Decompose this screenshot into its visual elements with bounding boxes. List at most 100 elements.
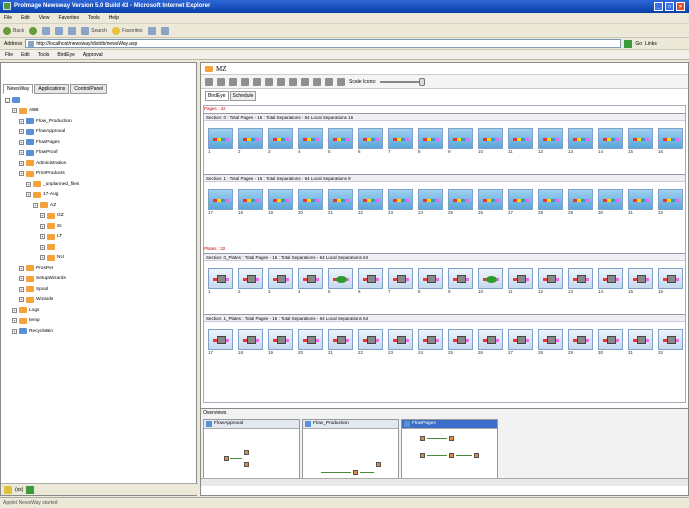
plate-thumbnail[interactable]: 11 xyxy=(508,268,533,294)
page-thumbnail[interactable]: 15 xyxy=(628,128,653,154)
expand-icon[interactable]: + xyxy=(40,255,45,260)
plate-thumbnail[interactable]: 24 xyxy=(418,329,443,355)
plate-thumbnail[interactable]: 23 xyxy=(388,329,413,355)
plate-thumbnail[interactable]: 3 xyxy=(268,268,293,294)
page-thumbnail[interactable]: 22 xyxy=(358,189,383,215)
page-thumbnail[interactable]: 26 xyxy=(478,189,503,215)
expand-icon[interactable]: + xyxy=(40,244,45,250)
menu-help[interactable]: Help xyxy=(109,15,119,23)
section-header[interactable]: Section: 0_Plates : Total Pages - 16 : T… xyxy=(204,253,685,261)
overview-flowapproval[interactable]: FlowApproval xyxy=(203,419,300,485)
overview-flowpages[interactable]: FlowPages xyxy=(401,419,498,485)
section-header[interactable]: Section: 1 : Total Pages - 16 : Total Se… xyxy=(204,174,685,182)
tree-node[interactable]: + LT xyxy=(40,233,62,240)
plate-thumbnail[interactable]: 32 xyxy=(658,329,683,355)
expand-icon[interactable]: + xyxy=(19,118,24,124)
tree-node[interactable]: + GZ xyxy=(40,212,64,219)
tree-node[interactable]: + Flow_Production xyxy=(19,118,72,124)
plate-thumbnail[interactable]: 4 xyxy=(298,268,323,294)
page-thumbnail[interactable]: 17 xyxy=(208,189,233,215)
app-menu-file[interactable]: File xyxy=(5,52,13,59)
page-thumbnail[interactable]: 1 xyxy=(208,128,233,154)
plate-thumbnail[interactable]: 20 xyxy=(298,329,323,355)
view-icon-9[interactable] xyxy=(313,77,321,86)
view-icon-3[interactable] xyxy=(229,77,237,86)
tab-schedule[interactable]: Schedule xyxy=(229,91,257,101)
page-thumbnail[interactable]: 18 xyxy=(238,189,263,215)
page-thumbnail[interactable]: 24 xyxy=(418,189,443,215)
page-thumbnail[interactable]: 19 xyxy=(268,189,293,215)
tree-root[interactable]: - xyxy=(5,97,20,103)
page-thumbnail[interactable]: 32 xyxy=(658,189,683,215)
page-thumbnail[interactable]: 27 xyxy=(508,189,533,215)
app-menu-approval[interactable]: Approval xyxy=(83,52,103,59)
search-button[interactable]: Search xyxy=(81,26,107,35)
tree-node[interactable]: + AZ xyxy=(33,202,56,208)
expand-icon[interactable]: + xyxy=(12,318,17,323)
refresh-icon[interactable] xyxy=(55,26,64,35)
tree-node[interactable]: + NU xyxy=(40,254,64,261)
maximize-button[interactable]: □ xyxy=(665,2,674,11)
expand-icon[interactable]: + xyxy=(26,181,31,187)
tree-node[interactable]: + ABB xyxy=(12,107,39,114)
expand-icon[interactable]: + xyxy=(33,202,38,208)
plate-thumbnail[interactable]: 12 xyxy=(538,268,563,294)
tree-node[interactable]: + RecycleBin xyxy=(12,328,53,334)
page-thumbnail[interactable]: 23 xyxy=(388,189,413,215)
page-thumbnail[interactable]: 7 xyxy=(388,128,413,154)
horizontal-scrollbar[interactable] xyxy=(201,478,688,486)
view-icon-7[interactable] xyxy=(289,77,297,86)
plate-thumbnail[interactable]: 25 xyxy=(448,329,473,355)
slider-knob[interactable] xyxy=(419,77,426,86)
page-thumbnail[interactable]: 12 xyxy=(538,128,563,154)
mail-icon[interactable] xyxy=(160,26,169,35)
expand-icon[interactable]: + xyxy=(19,171,24,176)
view-icon-11[interactable] xyxy=(337,77,345,86)
tree-node[interactable]: + FlowApproval xyxy=(19,128,65,135)
tree-node[interactable]: + PrintProducts xyxy=(19,170,65,177)
page-thumbnail[interactable]: 30 xyxy=(598,189,623,215)
stop-icon[interactable] xyxy=(42,26,51,35)
expand-icon[interactable]: + xyxy=(40,234,45,239)
tree-node[interactable]: + temp xyxy=(12,317,40,324)
plate-thumbnail[interactable]: 19 xyxy=(268,329,293,355)
tree-node[interactable]: + Wizards xyxy=(19,296,53,303)
tree-node[interactable]: + SetupWizards xyxy=(19,275,66,282)
page-thumbnail[interactable]: 31 xyxy=(628,189,653,215)
plate-thumbnail[interactable]: 5 xyxy=(328,268,353,294)
page-thumbnail[interactable]: 29 xyxy=(568,189,593,215)
forward-icon[interactable] xyxy=(29,26,38,35)
expand-icon[interactable]: + xyxy=(19,129,24,134)
tree-node[interactable]: + FlowPages xyxy=(19,139,60,145)
view-icon-1[interactable] xyxy=(205,77,213,86)
plate-thumbnail[interactable]: 21 xyxy=(328,329,353,355)
back-button[interactable]: Back xyxy=(3,26,24,35)
plate-thumbnail[interactable]: 14 xyxy=(598,268,623,294)
view-icon-10[interactable] xyxy=(325,77,333,86)
page-thumbnail[interactable]: 25 xyxy=(448,189,473,215)
view-icon-6[interactable] xyxy=(277,77,285,86)
tab-birdeye[interactable]: BirdEye xyxy=(205,91,229,101)
plate-thumbnail[interactable]: 31 xyxy=(628,329,653,355)
page-thumbnail[interactable]: 20 xyxy=(298,189,323,215)
tree-node[interactable]: + xyxy=(40,244,57,250)
plate-thumbnail[interactable]: 7 xyxy=(388,268,413,294)
tree-node[interactable]: + SI xyxy=(40,223,62,229)
section-header[interactable]: Section: 0 : Total Pages - 16 : Total Se… xyxy=(204,113,685,121)
expand-icon[interactable]: + xyxy=(19,276,24,281)
favorites-button[interactable]: Favorites xyxy=(111,26,143,35)
expand-icon[interactable]: + xyxy=(19,150,24,155)
plate-thumbnail[interactable]: 29 xyxy=(568,329,593,355)
menu-tools[interactable]: Tools xyxy=(88,15,100,23)
page-thumbnail[interactable]: 3 xyxy=(268,128,293,154)
view-icon-5[interactable] xyxy=(253,77,261,86)
expand-icon[interactable]: + xyxy=(12,328,17,334)
plate-thumbnail[interactable]: 27 xyxy=(508,329,533,355)
expand-icon[interactable]: + xyxy=(12,108,17,113)
tree-node[interactable]: + Spool xyxy=(19,286,48,292)
go-button[interactable]: Go xyxy=(635,41,642,47)
tree-node[interactable]: + Administration xyxy=(19,160,66,166)
expand-icon[interactable]: + xyxy=(12,307,17,313)
page-thumbnail[interactable]: 16 xyxy=(658,128,683,154)
plate-thumbnail[interactable]: 28 xyxy=(538,329,563,355)
